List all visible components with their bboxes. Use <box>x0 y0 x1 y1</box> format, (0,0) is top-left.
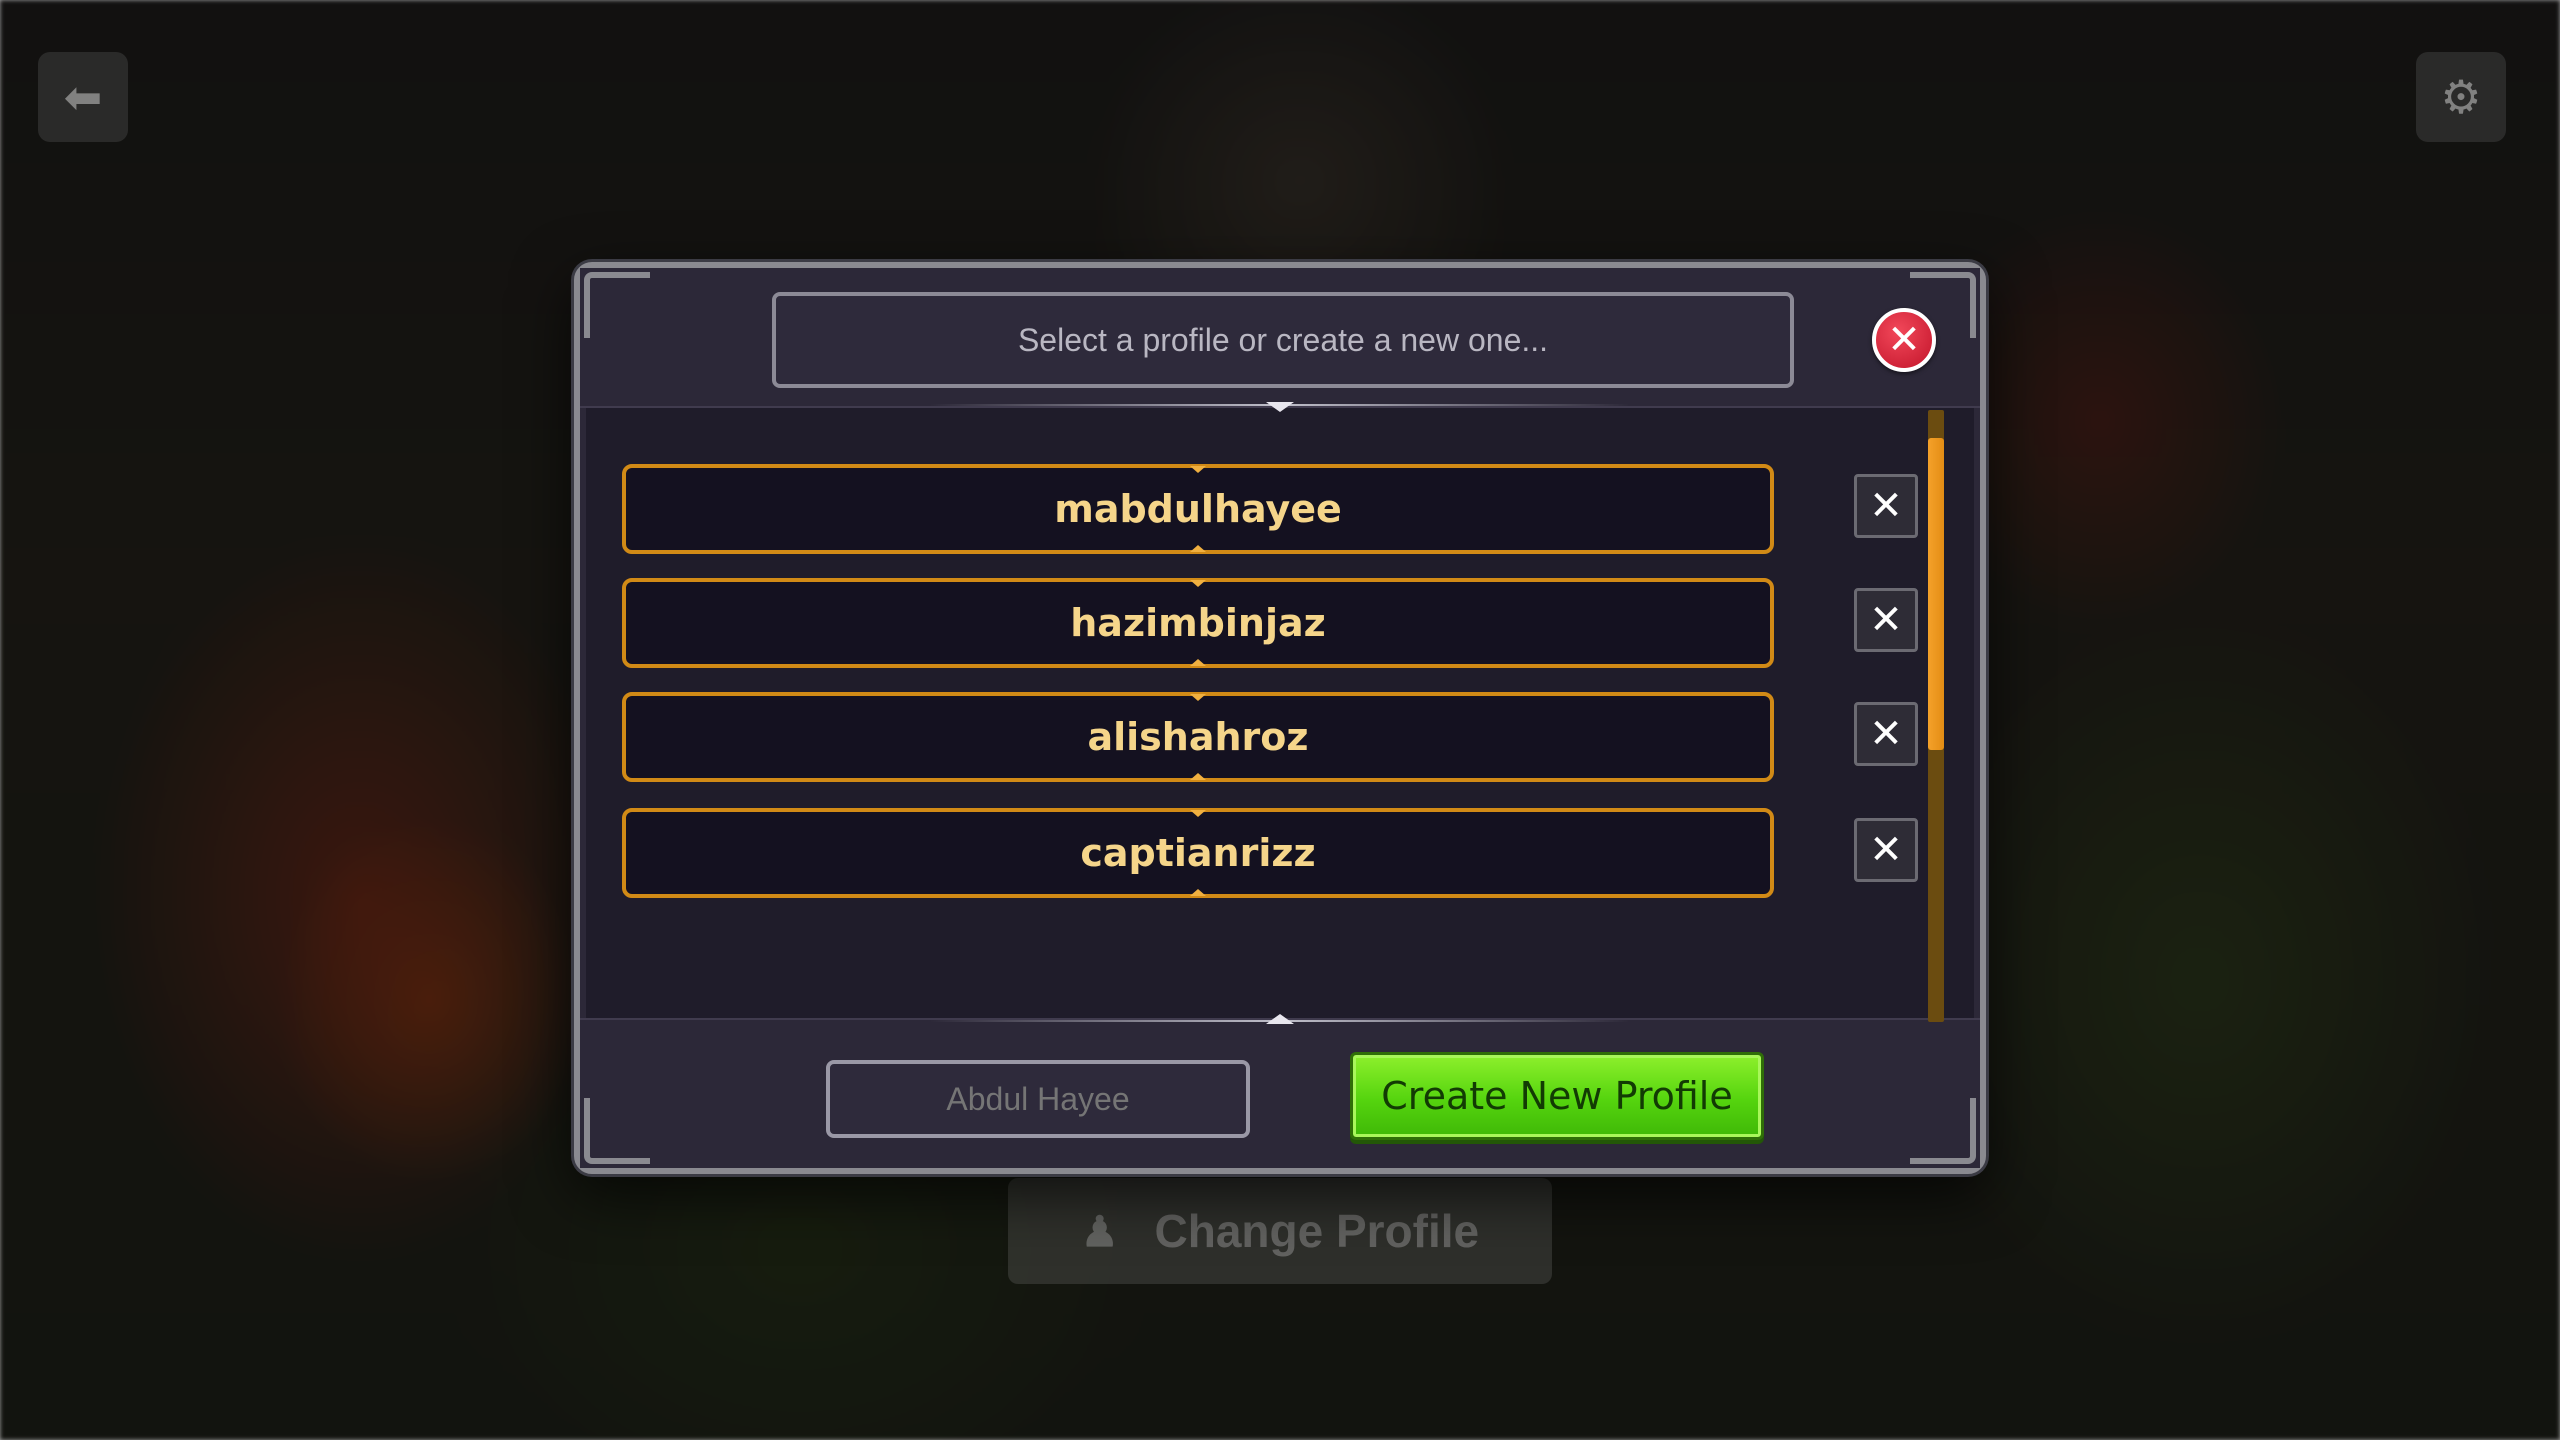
close-icon: ✕ <box>1887 317 1921 363</box>
close-icon: ✕ <box>1869 483 1903 529</box>
profile-name: hazimbinjaz <box>1070 601 1326 645</box>
delete-profile-button[interactable]: ✕ <box>1854 702 1918 766</box>
delete-profile-button[interactable]: ✕ <box>1854 818 1918 882</box>
profile-item[interactable]: hazimbinjaz <box>622 578 1774 668</box>
profile-item[interactable]: mabdulhayee <box>622 464 1774 554</box>
profile-row: captianrizz ✕ <box>622 808 1918 898</box>
person-icon: ♟ <box>1080 1207 1119 1255</box>
profile-item[interactable]: alishahroz <box>622 692 1774 782</box>
profile-row: hazimbinjaz ✕ <box>622 578 1918 668</box>
scrollbar-thumb[interactable] <box>1928 438 1944 750</box>
gear-icon: ⚙ <box>2440 70 2482 124</box>
create-new-profile-label: Create New Profile <box>1381 1074 1733 1118</box>
change-profile-label: Change Profile <box>1154 1205 1480 1257</box>
profile-name: mabdulhayee <box>1054 487 1342 531</box>
back-arrow-icon: ⬅ <box>63 70 103 124</box>
settings-button[interactable]: ⚙ <box>2416 52 2506 142</box>
close-icon: ✕ <box>1869 827 1903 873</box>
footer-divider-ornament <box>1266 1014 1294 1024</box>
profile-search-input[interactable] <box>772 292 1794 388</box>
profile-row: alishahroz ✕ <box>622 692 1918 782</box>
header-divider-ornament <box>1266 402 1294 412</box>
close-icon: ✕ <box>1869 711 1903 757</box>
frame-corner-top-left <box>584 272 650 338</box>
delete-profile-button[interactable]: ✕ <box>1854 588 1918 652</box>
profile-list-scrollbar[interactable] <box>1928 410 1944 1022</box>
frame-corner-bottom-right <box>1910 1098 1976 1164</box>
frame-corner-bottom-left <box>584 1098 650 1164</box>
change-profile-button[interactable]: ♟ Change Profile <box>1008 1178 1552 1284</box>
create-new-profile-button[interactable]: Create New Profile <box>1350 1052 1764 1140</box>
profile-dialog: ✕ mabdulhayee ✕ hazimbinjaz ✕ alishahroz… <box>574 262 1986 1174</box>
profile-item[interactable]: captianrizz <box>622 808 1774 898</box>
new-profile-name-input[interactable] <box>826 1060 1250 1138</box>
dialog-footer <box>580 1018 1980 1168</box>
close-icon: ✕ <box>1869 597 1903 643</box>
profile-row: mabdulhayee ✕ <box>622 464 1918 554</box>
profile-name: captianrizz <box>1080 831 1316 875</box>
close-dialog-button[interactable]: ✕ <box>1872 308 1936 372</box>
delete-profile-button[interactable]: ✕ <box>1854 474 1918 538</box>
profile-name: alishahroz <box>1087 715 1309 759</box>
back-button[interactable]: ⬅ <box>38 52 128 142</box>
